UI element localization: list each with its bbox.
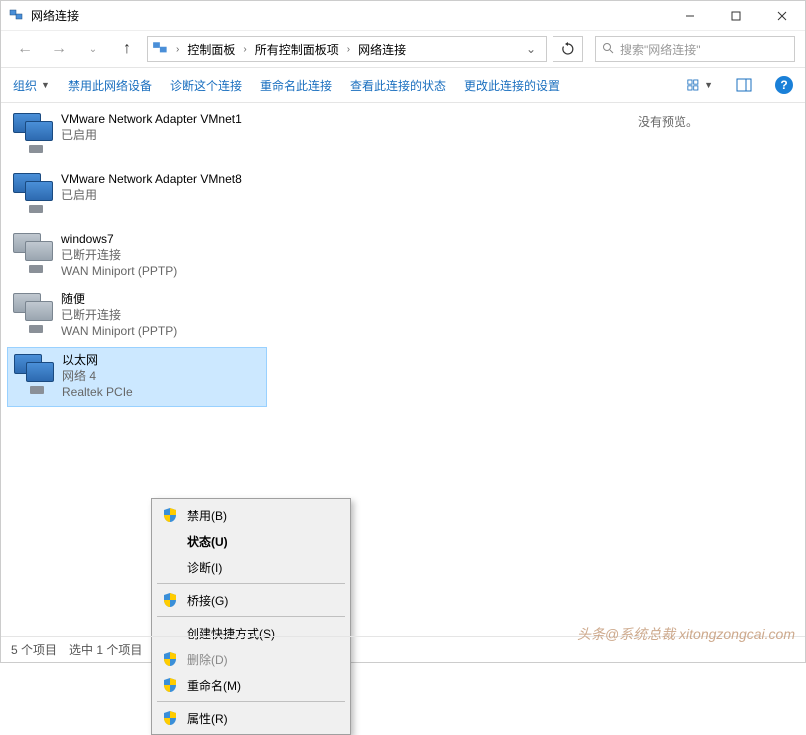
network-adapter-icon bbox=[13, 291, 55, 339]
breadcrumb-item[interactable]: 控制面板 bbox=[185, 41, 237, 58]
connection-name: 随便 bbox=[61, 291, 177, 307]
titlebar: 网络连接 bbox=[1, 1, 805, 31]
connection-status: 网络 4 bbox=[62, 368, 133, 384]
connection-text: 以太网网络 4Realtek PCIe bbox=[62, 352, 133, 400]
context-menu-item[interactable]: 禁用(B) bbox=[155, 502, 347, 528]
context-menu-label: 状态(U) bbox=[187, 533, 228, 550]
search-input[interactable]: 搜索"网络连接" bbox=[595, 36, 795, 62]
shield-icon bbox=[162, 507, 178, 523]
context-menu-item[interactable]: 属性(R) bbox=[155, 705, 347, 731]
context-menu-label: 禁用(B) bbox=[187, 507, 227, 524]
connection-item[interactable]: 以太网网络 4Realtek PCIe bbox=[7, 347, 267, 407]
context-menu-item[interactable]: 重命名(M) bbox=[155, 672, 347, 698]
network-adapter-icon bbox=[13, 231, 55, 279]
network-adapter-icon bbox=[14, 352, 56, 400]
connection-name: windows7 bbox=[61, 231, 177, 247]
recent-dropdown-icon[interactable]: ⌄ bbox=[79, 35, 107, 63]
breadcrumb-icon bbox=[152, 40, 170, 58]
up-button[interactable]: ↑ bbox=[113, 35, 141, 63]
breadcrumb-item[interactable]: 所有控制面板项 bbox=[253, 41, 341, 58]
diagnose-button[interactable]: 诊断这个连接 bbox=[170, 77, 242, 94]
search-placeholder: 搜索"网络连接" bbox=[620, 41, 701, 58]
chevron-right-icon: › bbox=[239, 44, 250, 55]
connection-name: VMware Network Adapter VMnet1 bbox=[61, 111, 242, 127]
breadcrumb[interactable]: › 控制面板 › 所有控制面板项 › 网络连接 ⌄ bbox=[147, 36, 547, 62]
help-button[interactable]: ? bbox=[775, 76, 793, 94]
view-status-button[interactable]: 查看此连接的状态 bbox=[350, 77, 446, 94]
shield-icon bbox=[162, 677, 178, 693]
connection-status: 已启用 bbox=[61, 187, 242, 203]
view-options-button[interactable]: ▼ bbox=[687, 73, 713, 97]
connection-item[interactable]: 随便已断开连接WAN Miniport (PPTP) bbox=[7, 287, 267, 347]
app-icon bbox=[9, 8, 25, 24]
forward-button[interactable]: → bbox=[45, 35, 73, 63]
context-menu-separator bbox=[157, 616, 345, 617]
connection-text: VMware Network Adapter VMnet1已启用 bbox=[61, 111, 242, 143]
window-title: 网络连接 bbox=[31, 7, 667, 24]
close-button[interactable] bbox=[759, 1, 805, 31]
connection-item[interactable]: windows7已断开连接WAN Miniport (PPTP) bbox=[7, 227, 267, 287]
connection-driver: WAN Miniport (PPTP) bbox=[61, 263, 177, 279]
watermark: 头条@系统总裁 xitongzongcai.com bbox=[577, 624, 795, 644]
connection-driver: Realtek PCIe bbox=[62, 384, 133, 400]
preview-empty-text: 没有预览。 bbox=[638, 115, 698, 129]
maximize-button[interactable] bbox=[713, 1, 759, 31]
item-count: 5 个项目 bbox=[11, 641, 57, 658]
context-menu: 禁用(B)状态(U)诊断(I)桥接(G)创建快捷方式(S)删除(D)重命名(M)… bbox=[151, 498, 351, 735]
minimize-button[interactable] bbox=[667, 1, 713, 31]
connection-name: 以太网 bbox=[62, 352, 133, 368]
search-icon bbox=[602, 42, 614, 57]
connection-item[interactable]: VMware Network Adapter VMnet8已启用 bbox=[7, 167, 267, 227]
connection-status: 已断开连接 bbox=[61, 307, 177, 323]
rename-button[interactable]: 重命名此连接 bbox=[260, 77, 332, 94]
context-menu-item[interactable]: 桥接(G) bbox=[155, 587, 347, 613]
connection-text: windows7已断开连接WAN Miniport (PPTP) bbox=[61, 231, 177, 279]
context-menu-separator bbox=[157, 583, 345, 584]
disable-device-button[interactable]: 禁用此网络设备 bbox=[68, 77, 152, 94]
connection-name: VMware Network Adapter VMnet8 bbox=[61, 171, 242, 187]
context-menu-item[interactable]: 状态(U) bbox=[155, 528, 347, 554]
network-adapter-icon bbox=[13, 111, 55, 159]
content-area: VMware Network Adapter VMnet1已启用VMware N… bbox=[1, 103, 805, 636]
address-bar: ← → ⌄ ↑ › 控制面板 › 所有控制面板项 › 网络连接 ⌄ 搜索"网络连… bbox=[1, 31, 805, 67]
chevron-down-icon: ▼ bbox=[41, 80, 50, 90]
preview-pane-button[interactable] bbox=[731, 73, 757, 97]
connection-text: VMware Network Adapter VMnet8已启用 bbox=[61, 171, 242, 203]
network-adapter-icon bbox=[13, 171, 55, 219]
shield-icon bbox=[162, 710, 178, 726]
shield-icon bbox=[162, 592, 178, 608]
toolbar: 组织▼ 禁用此网络设备 诊断这个连接 重命名此连接 查看此连接的状态 更改此连接… bbox=[1, 67, 805, 103]
breadcrumb-item[interactable]: 网络连接 bbox=[356, 41, 408, 58]
chevron-right-icon: › bbox=[343, 44, 354, 55]
connection-driver: WAN Miniport (PPTP) bbox=[61, 323, 177, 339]
context-menu-label: 诊断(I) bbox=[187, 559, 222, 576]
connection-item[interactable]: VMware Network Adapter VMnet1已启用 bbox=[7, 107, 267, 167]
context-menu-label: 重命名(M) bbox=[187, 677, 241, 694]
back-button[interactable]: ← bbox=[11, 35, 39, 63]
breadcrumb-dropdown-icon[interactable]: ⌄ bbox=[520, 42, 542, 56]
context-menu-item[interactable]: 诊断(I) bbox=[155, 554, 347, 580]
chevron-right-icon: › bbox=[172, 44, 183, 55]
change-settings-button[interactable]: 更改此连接的设置 bbox=[464, 77, 560, 94]
selected-count: 选中 1 个项目 bbox=[69, 641, 142, 658]
connection-status: 已启用 bbox=[61, 127, 242, 143]
context-menu-label: 桥接(G) bbox=[187, 592, 228, 609]
connection-status: 已断开连接 bbox=[61, 247, 177, 263]
preview-pane: 没有预览。 bbox=[531, 103, 805, 636]
window-controls bbox=[667, 1, 805, 30]
context-menu-separator bbox=[157, 701, 345, 702]
refresh-button[interactable] bbox=[553, 36, 583, 62]
connection-text: 随便已断开连接WAN Miniport (PPTP) bbox=[61, 291, 177, 339]
organize-button[interactable]: 组织▼ bbox=[13, 77, 50, 94]
context-menu-label: 属性(R) bbox=[187, 710, 228, 727]
